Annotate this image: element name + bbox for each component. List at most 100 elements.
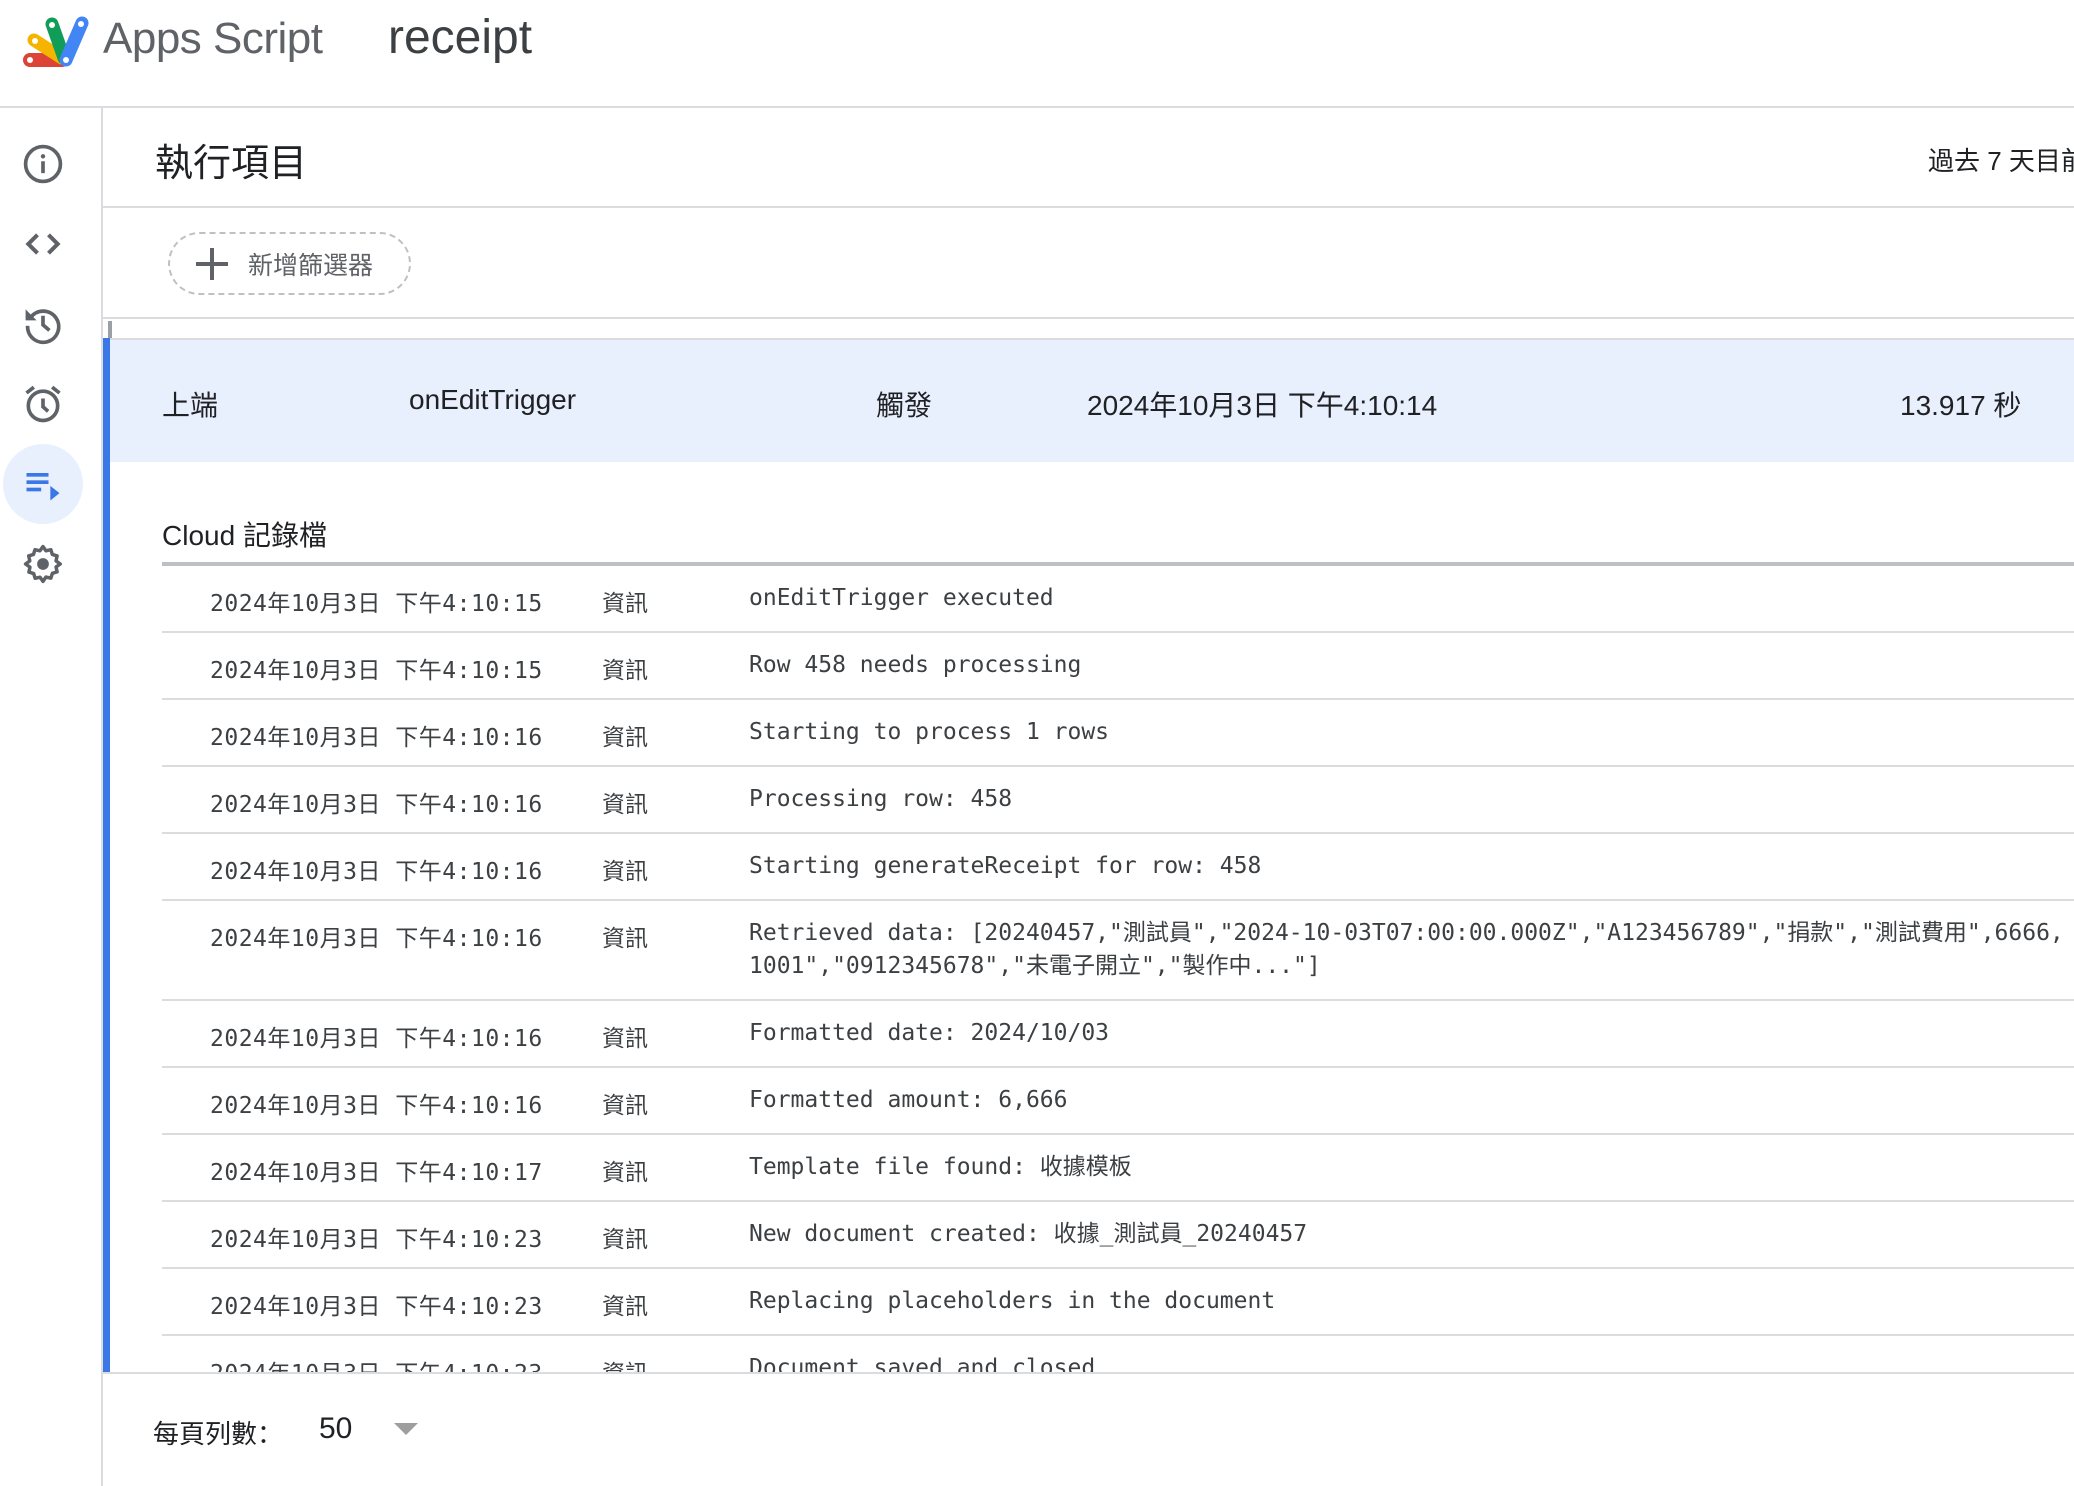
pagination-footer: 每頁列數： 50 — [103, 1372, 2074, 1486]
execution-duration: 13.917 秒 — [1900, 390, 2022, 421]
dropdown-caret-icon — [394, 1423, 419, 1435]
log-timestamp: 2024年10月3日 下午4:10:23 — [210, 1294, 543, 1320]
log-message: Starting to process 1 rows — [749, 716, 1109, 749]
log-row[interactable]: 2024年10月3日 下午4:10:16 資訊 Retrieved data: [2… — [162, 901, 2074, 1001]
log-timestamp: 2024年10月3日 下午4:10:16 — [210, 1026, 543, 1052]
date-range-selector[interactable]: 過去 7 天目前 — [1928, 141, 2074, 178]
log-level: 資訊 — [602, 1294, 648, 1320]
sidebar-nav — [0, 108, 103, 1486]
log-message-line: 1001","0912345678","未電子開立","製作中..."] — [749, 953, 1321, 979]
log-message: Template file found: 收據模板 — [749, 1151, 1132, 1184]
sidebar-item-settings[interactable] — [3, 524, 83, 604]
log-message: Processing row: 458 — [749, 783, 1012, 816]
log-timestamp: 2024年10月3日 下午4:10:16 — [210, 926, 543, 952]
code-icon — [25, 233, 61, 255]
top-bar: Apps Script receipt — [0, 0, 2074, 108]
log-message-line: onEditTrigger executed — [749, 585, 1054, 611]
cloud-logs-table: 2024年10月3日 下午4:10:15 資訊 onEditTrigger exec… — [162, 562, 2074, 1372]
add-filter-label: 新增篩選器 — [248, 251, 374, 280]
log-row[interactable]: 2024年10月3日 下午4:10:23 資訊 Document saved and… — [162, 1336, 2074, 1372]
log-row[interactable]: 2024年10月3日 下午4:10:15 資訊 onEditTrigger exec… — [162, 566, 2074, 633]
sidebar-item-deployments[interactable] — [3, 284, 83, 364]
cloud-logs-title: Cloud 記錄檔 — [162, 520, 327, 551]
log-level: 資訊 — [602, 1026, 648, 1052]
alarm-icon — [25, 385, 61, 423]
rows-per-page-value: 50 — [319, 1412, 353, 1445]
log-level: 資訊 — [602, 859, 648, 885]
execution-detail-panel: 上端 onEditTrigger 觸發 2024年10月3日 下午4:10:14… — [103, 338, 2074, 1372]
log-message: Formatted amount: 6,666 — [749, 1084, 1068, 1117]
log-message: Row 458 needs processing — [749, 649, 1081, 682]
log-message-line: New document created: 收據_測試員_20240457 — [749, 1221, 1308, 1247]
log-row[interactable]: 2024年10月3日 下午4:10:16 資訊 Formatted amount: … — [162, 1068, 2074, 1135]
rows-per-page-label: 每頁列數： — [153, 1419, 284, 1449]
plus-icon — [196, 247, 228, 280]
log-message-line: Replacing placeholders in the document — [749, 1288, 1276, 1314]
log-row[interactable]: 2024年10月3日 下午4:10:16 資訊 Processing row: 45… — [162, 767, 2074, 834]
log-row[interactable]: 2024年10月3日 下午4:10:15 資訊 Row 458 needs proc… — [162, 633, 2074, 700]
execution-row-selected[interactable]: 上端 onEditTrigger 觸發 2024年10月3日 下午4:10:14… — [110, 338, 2074, 462]
sidebar-item-triggers[interactable] — [3, 364, 83, 444]
log-level: 資訊 — [602, 725, 648, 751]
log-timestamp: 2024年10月3日 下午4:10:16 — [210, 792, 543, 818]
sidebar-item-editor[interactable] — [3, 204, 83, 284]
log-row[interactable]: 2024年10月3日 下午4:10:16 資訊 Formatted date: 20… — [162, 1001, 2074, 1068]
log-message: Replacing placeholders in the document — [749, 1285, 1275, 1318]
add-filter-button[interactable]: 新增篩選器 — [168, 232, 411, 295]
log-level: 資訊 — [602, 658, 648, 684]
log-level: 資訊 — [602, 591, 648, 617]
log-message-line: Formatted amount: 6,666 — [749, 1087, 1068, 1113]
log-timestamp: 2024年10月3日 下午4:10:16 — [210, 725, 543, 751]
log-message-line: Formatted date: 2024/10/03 — [749, 1020, 1110, 1046]
info-icon — [23, 144, 63, 184]
log-message: Starting generateReceipt for row: 458 — [749, 850, 1261, 883]
log-timestamp: 2024年10月3日 下午4:10:15 — [210, 591, 543, 617]
log-timestamp: 2024年10月3日 下午4:10:17 — [210, 1160, 543, 1186]
log-level: 資訊 — [602, 1093, 648, 1119]
execution-start-time: 2024年10月3日 下午4:10:14 — [1087, 390, 1438, 421]
executions-icon — [26, 473, 60, 501]
apps-script-logo[interactable] — [22, 14, 92, 70]
log-message-line: Row 458 needs processing — [749, 652, 1082, 678]
log-message-line: Template file found: 收據模板 — [749, 1154, 1132, 1180]
main-content: 執行項目 過去 7 天目前 新增篩選器 上端 onEditTrigger 觸發 … — [103, 108, 2074, 1486]
log-message: New document created: 收據_測試員_20240457 — [749, 1218, 1307, 1251]
scrollbar-thumb[interactable] — [108, 321, 112, 339]
log-row[interactable]: 2024年10月3日 下午4:10:16 資訊 Starting generateR… — [162, 834, 2074, 901]
log-message-line: Retrieved data: [20240457,"測試員","2024-10… — [749, 920, 2064, 946]
execution-deployment: 上端 — [162, 390, 219, 421]
log-row[interactable]: 2024年10月3日 下午4:10:16 資訊 Starting to proces… — [162, 700, 2074, 767]
history-icon — [25, 309, 61, 345]
log-timestamp: 2024年10月3日 下午4:10:23 — [210, 1354, 543, 1372]
execution-function: onEditTrigger — [409, 384, 577, 415]
sidebar-item-executions[interactable] — [3, 444, 83, 524]
log-level: 資訊 — [602, 792, 648, 818]
project-title[interactable]: receipt — [388, 10, 532, 65]
log-message: Formatted date: 2024/10/03 — [749, 1017, 1109, 1050]
log-level: 資訊 — [602, 1354, 648, 1372]
log-timestamp: 2024年10月3日 下午4:10:16 — [210, 1093, 543, 1119]
page-header: 執行項目 過去 7 天目前 — [103, 108, 2074, 208]
log-level: 資訊 — [602, 926, 648, 952]
log-message-line: Starting generateReceipt for row: 458 — [749, 853, 1262, 879]
gear-icon — [23, 544, 62, 584]
log-message-line: Processing row: 458 — [749, 786, 1013, 812]
rows-per-page-select[interactable]: 50 — [319, 1404, 419, 1454]
log-row[interactable]: 2024年10月3日 下午4:10:23 資訊 Replacing placehol… — [162, 1269, 2074, 1336]
execution-type: 觸發 — [876, 390, 933, 421]
log-message-line: Starting to process 1 rows — [749, 719, 1110, 745]
page-title: 執行項目 — [155, 143, 308, 185]
log-message-line: Document saved and closed — [749, 1355, 1096, 1372]
log-timestamp: 2024年10月3日 下午4:10:16 — [210, 859, 543, 885]
log-message: Document saved and closed — [749, 1352, 1095, 1372]
log-level: 資訊 — [602, 1160, 648, 1186]
log-row[interactable]: 2024年10月3日 下午4:10:17 資訊 Template file foun… — [162, 1135, 2074, 1202]
log-row[interactable]: 2024年10月3日 下午4:10:23 資訊 New document creat… — [162, 1202, 2074, 1269]
filter-bar: 新增篩選器 — [103, 208, 2074, 319]
sidebar-item-overview[interactable] — [3, 124, 83, 204]
brand-name: Apps Script — [103, 14, 323, 63]
log-timestamp: 2024年10月3日 下午4:10:15 — [210, 658, 543, 684]
log-timestamp: 2024年10月3日 下午4:10:23 — [210, 1227, 543, 1253]
log-message: Retrieved data: [20240457,"測試員","2024-10… — [749, 917, 2064, 983]
log-message: onEditTrigger executed — [749, 582, 1054, 615]
